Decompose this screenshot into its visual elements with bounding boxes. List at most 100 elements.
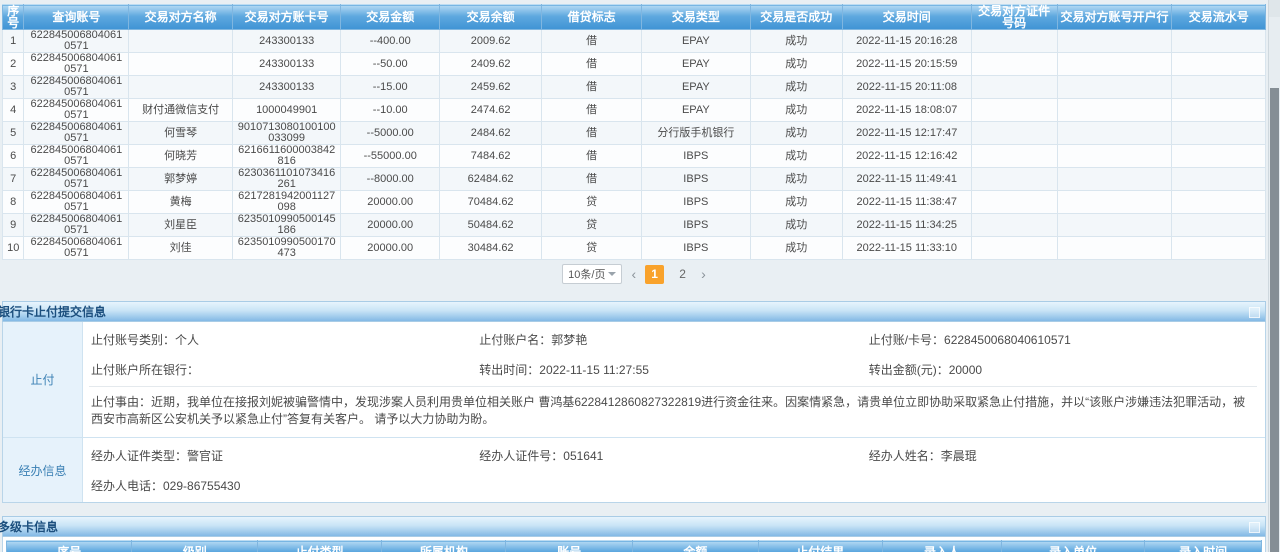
field-stop-reason: 止付事由：近期，我单位在接报刘妮被骗警情中，发现涉案人员利用贵单位相关账户 曹鸿…: [89, 386, 1257, 435]
table-cell: 借: [542, 30, 642, 53]
table-cell: 6217281942001127098: [232, 191, 341, 214]
table-cell: 借: [542, 168, 642, 191]
table-cell: 2022-11-15 11:34:25: [842, 214, 971, 237]
column-header: 账号: [506, 541, 633, 552]
table-cell: [971, 214, 1057, 237]
multi-card-header-row: 序号级别止付类型所属机构账号余额止付结果录入人录入单位录入时间: [7, 541, 1262, 552]
page-button-1[interactable]: 1: [645, 265, 664, 284]
table-cell: [1172, 191, 1266, 214]
table-cell: EPAY: [642, 53, 751, 76]
table-cell: [971, 145, 1057, 168]
page-size-select[interactable]: 10条/页: [562, 264, 622, 284]
table-cell: 4: [3, 99, 24, 122]
agent-section: 经办信息 经办人证件类型：警官证 经办人证件号：051641 经办人姓名：李晨琨…: [3, 438, 1265, 502]
table-cell: IBPS: [642, 168, 751, 191]
table-cell: 贷: [542, 237, 642, 260]
transactions-header-row: 序号查询账号交易对方名称交易对方账卡号交易金额交易余额借贷标志交易类型交易是否成…: [3, 5, 1266, 30]
table-cell: [1057, 214, 1172, 237]
scrollbar[interactable]: [1268, 0, 1280, 552]
table-cell: 6228450068040610571: [24, 53, 129, 76]
table-row[interactable]: 46228450068040610571财付通微信支付1000049901--1…: [3, 99, 1266, 122]
column-header: 录入时间: [1145, 541, 1262, 552]
table-cell: 借: [542, 99, 642, 122]
table-cell: IBPS: [642, 237, 751, 260]
table-cell: 9010713080100100033099: [232, 122, 341, 145]
table-cell: [129, 76, 233, 99]
field-agent-cert-no: 经办人证件号：051641: [479, 447, 868, 464]
table-cell: 成功: [750, 145, 842, 168]
table-row[interactable]: 26228450068040610571243300133--50.002409…: [3, 53, 1266, 76]
table-cell: 何雪琴: [129, 122, 233, 145]
table-row[interactable]: 86228450068040610571黄梅621728194200112709…: [3, 191, 1266, 214]
table-cell: 243300133: [232, 53, 341, 76]
column-header: 录入单位: [1002, 541, 1145, 552]
table-cell: IBPS: [642, 145, 751, 168]
table-cell: 1: [3, 30, 24, 53]
column-header: 交易对方证件号码: [971, 5, 1057, 30]
table-cell: 10: [3, 237, 24, 260]
column-header: 序号: [7, 541, 132, 552]
table-cell: 2474.62: [439, 99, 541, 122]
table-cell: [1057, 99, 1172, 122]
next-page-button[interactable]: ›: [701, 265, 706, 284]
table-cell: 财付通微信支付: [129, 99, 233, 122]
table-cell: 郭梦婷: [129, 168, 233, 191]
table-cell: 6228450068040610571: [24, 76, 129, 99]
field-stop-bank: 止付账户所在银行：: [91, 361, 479, 378]
table-cell: [1057, 145, 1172, 168]
page-button-2[interactable]: 2: [673, 265, 692, 284]
table-cell: 2022-11-15 20:11:08: [842, 76, 971, 99]
table-row[interactable]: 96228450068040610571刘星臣62350109905001451…: [3, 214, 1266, 237]
table-cell: [1172, 214, 1266, 237]
field-stop-card-number: 止付账/卡号：6228450068040610571: [869, 331, 1257, 348]
transactions-table: 序号查询账号交易对方名称交易对方账卡号交易金额交易余额借贷标志交易类型交易是否成…: [2, 4, 1266, 260]
column-header: 查询账号: [24, 5, 129, 30]
scrollbar-thumb[interactable]: [1270, 88, 1279, 552]
table-cell: 6228450068040610571: [24, 145, 129, 168]
table-cell: 2022-11-15 12:17:47: [842, 122, 971, 145]
column-header: 止付结果: [758, 541, 882, 552]
table-cell: 243300133: [232, 76, 341, 99]
table-row[interactable]: 16228450068040610571243300133--400.00200…: [3, 30, 1266, 53]
table-row[interactable]: 56228450068040610571何雪琴90107130801001000…: [3, 122, 1266, 145]
field-agent-cert-type: 经办人证件类型：警官证: [91, 447, 479, 464]
table-cell: [1057, 30, 1172, 53]
table-cell: 6: [3, 145, 24, 168]
table-row[interactable]: 76228450068040610571郭梦婷62303611010734162…: [3, 168, 1266, 191]
stop-payment-panel-header[interactable]: 银行卡止付提交信息: [2, 301, 1266, 322]
table-cell: [971, 53, 1057, 76]
table-cell: IBPS: [642, 191, 751, 214]
column-header: 交易时间: [842, 5, 971, 30]
column-header: 交易是否成功: [750, 5, 842, 30]
prev-page-button[interactable]: ‹: [631, 265, 636, 284]
panel-title: 银行卡止付提交信息: [0, 305, 106, 319]
collapse-icon[interactable]: [1249, 522, 1260, 533]
table-cell: 2009.62: [439, 30, 541, 53]
table-cell: EPAY: [642, 76, 751, 99]
column-header: 级别: [132, 541, 257, 552]
table-row[interactable]: 106228450068040610571刘佳62350109905001704…: [3, 237, 1266, 260]
scrollbar-up-button[interactable]: [1269, 0, 1280, 17]
table-cell: [971, 99, 1057, 122]
table-cell: 6228450068040610571: [24, 99, 129, 122]
table-cell: 贷: [542, 214, 642, 237]
table-row[interactable]: 36228450068040610571243300133--15.002459…: [3, 76, 1266, 99]
table-cell: [1172, 237, 1266, 260]
table-row[interactable]: 66228450068040610571何晓芳62166116000038428…: [3, 145, 1266, 168]
table-cell: 62484.62: [439, 168, 541, 191]
multi-card-panel: 多级卡信息 序号级别止付类型所属机构账号余额止付结果录入人录入单位录入时间 1一…: [2, 516, 1266, 552]
table-cell: 5: [3, 122, 24, 145]
collapse-icon[interactable]: [1249, 307, 1260, 318]
table-cell: 30484.62: [439, 237, 541, 260]
multi-card-panel-header[interactable]: 多级卡信息: [2, 516, 1266, 537]
table-cell: [1057, 237, 1172, 260]
table-cell: --5000.00: [341, 122, 440, 145]
field-agent-phone: 经办人电话：029-86755430: [91, 477, 479, 494]
table-cell: 6230361101073416261: [232, 168, 341, 191]
column-header: 余额: [633, 541, 758, 552]
table-cell: [1172, 99, 1266, 122]
table-cell: 2484.62: [439, 122, 541, 145]
agent-section-label: 经办信息: [3, 438, 83, 502]
table-cell: --55000.00: [341, 145, 440, 168]
table-cell: 成功: [750, 99, 842, 122]
